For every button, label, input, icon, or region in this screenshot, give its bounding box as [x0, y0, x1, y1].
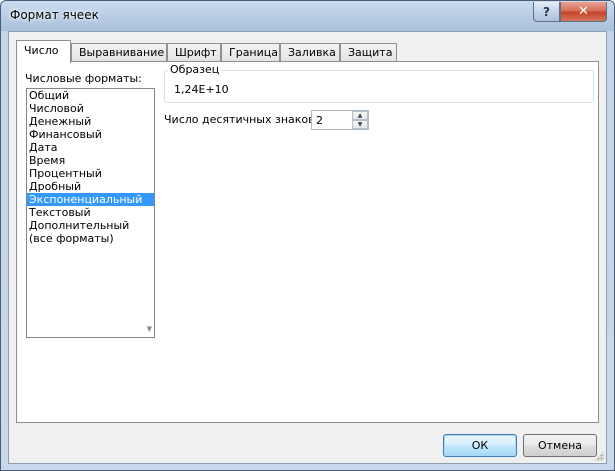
tab-fill[interactable]: Заливка — [280, 43, 340, 62]
list-item[interactable]: Время — [27, 154, 154, 167]
title-bar[interactable]: Формат ячеек ? ✕ — [1, 1, 614, 31]
sample-value: 1,24E+10 — [174, 83, 229, 96]
decimal-places-input[interactable] — [312, 111, 352, 129]
list-item[interactable]: (все форматы) — [27, 232, 154, 245]
tab-number[interactable]: Число — [16, 40, 71, 63]
number-formats-list[interactable]: Общий Числовой Денежный Финансовый Дата … — [26, 88, 155, 338]
list-item[interactable]: Общий — [27, 89, 154, 102]
tab-protection[interactable]: Защита — [340, 43, 397, 62]
scroll-down-arrow-icon[interactable]: ▼ — [147, 325, 152, 333]
help-button[interactable]: ? — [533, 2, 560, 22]
list-item[interactable]: Процентный — [27, 167, 154, 180]
format-cells-dialog: Формат ячеек ? ✕ Число Выравнивание Шриф… — [0, 0, 615, 471]
decimal-places-spinner[interactable]: ▲ ▼ — [311, 110, 369, 130]
list-item-selected[interactable]: Экспоненциальный — [27, 193, 154, 206]
list-item[interactable]: Дата — [27, 141, 154, 154]
list-item[interactable]: Числовой — [27, 102, 154, 115]
cancel-button[interactable]: Отмена — [523, 434, 597, 457]
tab-alignment[interactable]: Выравнивание — [71, 43, 167, 62]
number-tab-panel: Числовые форматы: Общий Числовой Денежны… — [16, 61, 599, 423]
tab-border[interactable]: Граница — [221, 43, 280, 62]
spin-down-icon[interactable]: ▼ — [352, 120, 368, 129]
tab-font[interactable]: Шрифт — [167, 43, 221, 62]
list-item[interactable]: Денежный — [27, 115, 154, 128]
window-title: Формат ячеек — [10, 8, 99, 22]
dialog-body: Число Выравнивание Шрифт Граница Заливка… — [8, 31, 607, 464]
close-button[interactable]: ✕ — [560, 2, 607, 22]
list-item[interactable]: Финансовый — [27, 128, 154, 141]
number-formats-label: Числовые форматы: — [25, 72, 142, 85]
sample-group: Образец 1,24E+10 — [164, 63, 594, 103]
list-item[interactable]: Дополнительный — [27, 219, 154, 232]
list-item[interactable]: Текстовый — [27, 206, 154, 219]
list-item[interactable]: Дробный — [27, 180, 154, 193]
decimal-places-label: Число десятичных знаков: — [164, 113, 319, 126]
sample-legend: Образец — [168, 63, 222, 76]
spin-up-icon[interactable]: ▲ — [352, 111, 368, 120]
ok-button[interactable]: ОК — [443, 434, 517, 457]
